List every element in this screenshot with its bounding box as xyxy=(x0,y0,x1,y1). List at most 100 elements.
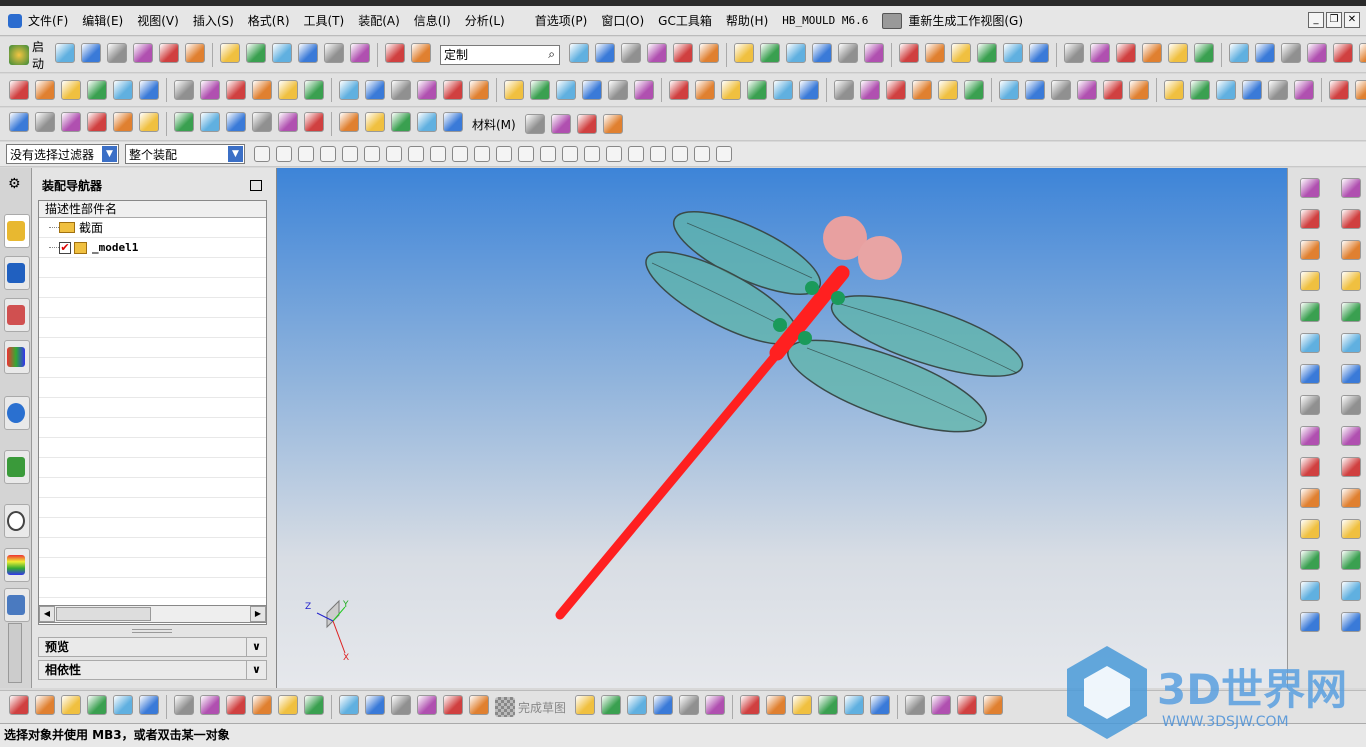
curve-tool-icon[interactable] xyxy=(1341,612,1361,632)
curve-tool-icon[interactable] xyxy=(1341,271,1361,291)
sketch-tool-icon[interactable] xyxy=(113,695,133,715)
view-tool-icon[interactable] xyxy=(1090,42,1111,63)
curve-tool-icon[interactable] xyxy=(1341,395,1361,415)
sketch-tool-icon[interactable] xyxy=(443,695,463,715)
search-icon[interactable]: ⌕ xyxy=(548,47,555,62)
sketch-tool-icon[interactable] xyxy=(252,695,272,715)
assembly-tool-icon[interactable] xyxy=(339,112,359,132)
view-tool-icon[interactable] xyxy=(621,42,642,63)
view-tool-icon[interactable] xyxy=(1064,42,1085,63)
snap-point-icon[interactable] xyxy=(386,146,402,162)
standard-tool-icon[interactable] xyxy=(159,42,180,63)
menu-view[interactable]: 视图(V) xyxy=(137,12,179,29)
curve-tool-icon[interactable] xyxy=(1341,519,1361,539)
assembly-tool-icon[interactable] xyxy=(9,112,29,132)
feature-tool-icon[interactable] xyxy=(582,80,602,100)
assembly-tool-icon[interactable] xyxy=(139,112,159,132)
sketch-tool-icon[interactable] xyxy=(339,695,359,715)
menu-assemblies[interactable]: 装配(A) xyxy=(358,12,400,29)
view-tool-icon[interactable] xyxy=(951,42,972,63)
curve-tool-icon[interactable] xyxy=(818,695,839,715)
surface-tool-icon[interactable] xyxy=(1300,240,1320,260)
snap-point-icon[interactable] xyxy=(562,146,578,162)
curve-tool-icon[interactable] xyxy=(705,695,726,715)
visibility-checkbox[interactable]: ✔ xyxy=(59,241,71,254)
standard-tool-icon[interactable] xyxy=(81,42,102,63)
feature-tool-icon[interactable] xyxy=(35,80,55,100)
feature-tool-icon[interactable] xyxy=(747,80,767,100)
feature-tool-icon[interactable] xyxy=(391,80,411,100)
assembly-tool-icon[interactable] xyxy=(252,112,272,132)
tab-assembly-navigator[interactable] xyxy=(4,214,30,248)
feature-tool-icon[interactable] xyxy=(252,80,272,100)
assembly-tool-icon[interactable] xyxy=(278,112,298,132)
curve-tool-icon[interactable] xyxy=(766,695,787,715)
sketch-tool-icon[interactable] xyxy=(365,695,385,715)
feature-tool-icon[interactable] xyxy=(1355,80,1366,100)
tab-system-materials[interactable] xyxy=(4,548,30,582)
material-tool-icon[interactable] xyxy=(602,114,623,134)
view-tool-icon[interactable] xyxy=(1229,42,1250,63)
command-finder-input[interactable]: 定制 ⌕ xyxy=(440,44,561,65)
standard-tool-icon[interactable] xyxy=(350,42,371,63)
feature-tool-icon[interactable] xyxy=(1025,80,1045,100)
assembly-tool-icon[interactable] xyxy=(365,112,385,132)
snap-point-icon[interactable] xyxy=(540,146,556,162)
tab-history[interactable] xyxy=(4,504,30,538)
surface-tool-icon[interactable] xyxy=(1300,581,1320,601)
feature-tool-icon[interactable] xyxy=(799,80,819,100)
feature-tool-icon[interactable] xyxy=(1051,80,1071,100)
curve-tool-icon[interactable] xyxy=(1341,426,1361,446)
assembly-tool-icon[interactable] xyxy=(304,112,324,132)
feature-tool-icon[interactable] xyxy=(556,80,576,100)
curve-tool-icon[interactable] xyxy=(931,695,952,715)
material-tool-icon[interactable] xyxy=(550,114,571,134)
feature-tool-icon[interactable] xyxy=(1242,80,1262,100)
sketch-tool-icon[interactable] xyxy=(139,695,159,715)
curve-tool-icon[interactable] xyxy=(575,695,596,715)
snap-point-icon[interactable] xyxy=(408,146,424,162)
sketch-tool-icon[interactable] xyxy=(61,695,81,715)
feature-tool-icon[interactable] xyxy=(912,80,932,100)
snap-point-icon[interactable] xyxy=(364,146,380,162)
finish-sketch-button[interactable]: 完成草图 xyxy=(518,699,566,716)
feature-tool-icon[interactable] xyxy=(304,80,324,100)
surface-tool-icon[interactable] xyxy=(1300,550,1320,570)
standard-tool-icon[interactable] xyxy=(272,42,293,63)
surface-tool-icon[interactable] xyxy=(1300,426,1320,446)
standard-tool-icon[interactable] xyxy=(107,42,128,63)
feature-tool-icon[interactable] xyxy=(87,80,107,100)
feature-tool-icon[interactable] xyxy=(113,80,133,100)
view-tool-icon[interactable] xyxy=(673,42,694,63)
feature-tool-icon[interactable] xyxy=(469,80,489,100)
tab-roles[interactable] xyxy=(4,588,30,622)
view-tool-icon[interactable] xyxy=(1281,42,1302,63)
view-tool-icon[interactable] xyxy=(760,42,781,63)
material-tool-icon[interactable] xyxy=(576,114,597,134)
tree-row-section[interactable]: 截面 xyxy=(39,218,266,238)
printer-icon[interactable] xyxy=(882,12,903,29)
curve-tool-icon[interactable] xyxy=(679,695,700,715)
snap-point-icon[interactable] xyxy=(518,146,534,162)
tab-web-browser[interactable] xyxy=(4,396,30,430)
feature-tool-icon[interactable] xyxy=(773,80,793,100)
start-button[interactable]: 启动 xyxy=(32,38,44,72)
curve-tool-icon[interactable] xyxy=(1341,488,1361,508)
feature-tool-icon[interactable] xyxy=(1077,80,1097,100)
view-tool-icon[interactable] xyxy=(812,42,833,63)
standard-tool-icon[interactable] xyxy=(55,42,76,63)
surface-tool-icon[interactable] xyxy=(1300,302,1320,322)
assembly-tool-icon[interactable] xyxy=(226,112,246,132)
menu-information[interactable]: 信息(I) xyxy=(414,12,451,29)
feature-tool-icon[interactable] xyxy=(365,80,385,100)
snap-point-icon[interactable] xyxy=(430,146,446,162)
graphics-viewport[interactable]: Y X Z xyxy=(277,168,1287,688)
feature-tool-icon[interactable] xyxy=(964,80,984,100)
feature-tool-icon[interactable] xyxy=(669,80,689,100)
curve-tool-icon[interactable] xyxy=(905,695,926,715)
snap-point-icon[interactable] xyxy=(254,146,270,162)
feature-tool-icon[interactable] xyxy=(1103,80,1123,100)
menu-window[interactable]: 窗口(O) xyxy=(601,12,644,29)
tab-reuse-library[interactable] xyxy=(4,340,30,374)
close-button[interactable]: ✕ xyxy=(1344,12,1360,28)
